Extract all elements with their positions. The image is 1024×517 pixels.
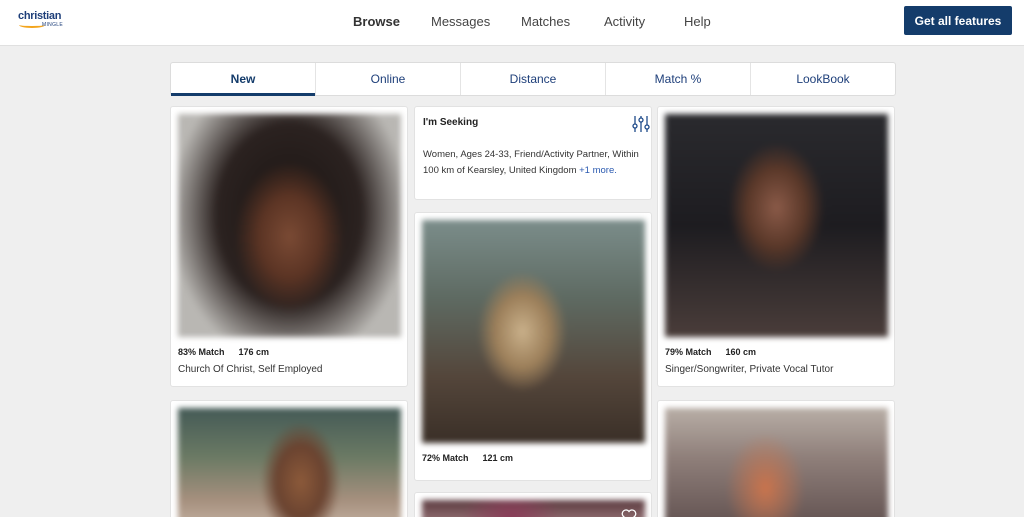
profile-stats: 83% Match 176 cm bbox=[178, 347, 283, 357]
logo-subtext: MINGLE bbox=[42, 22, 63, 28]
profile-photo[interactable] bbox=[665, 114, 888, 337]
christian-mingle-logo[interactable]: christian MINGLE bbox=[18, 10, 78, 34]
match-percent: 72% Match bbox=[422, 453, 469, 463]
profile-card[interactable] bbox=[170, 400, 408, 517]
profile-height: 176 cm bbox=[238, 347, 270, 357]
profile-photo[interactable] bbox=[178, 408, 401, 517]
profile-stats: 72% Match 121 cm bbox=[422, 453, 527, 463]
nav-activity[interactable]: Activity bbox=[604, 14, 645, 29]
profile-photo[interactable] bbox=[178, 114, 401, 337]
tab-lookbook[interactable]: LookBook bbox=[751, 63, 895, 95]
profile-card[interactable]: 72% Match 121 cm bbox=[414, 212, 652, 481]
profile-card[interactable]: 83% Match 176 cm Church Of Christ, Self E… bbox=[170, 106, 408, 387]
profile-card[interactable] bbox=[657, 400, 895, 517]
match-percent: 79% Match bbox=[665, 347, 712, 357]
profile-photo[interactable] bbox=[665, 408, 888, 517]
profile-stats: 79% Match 160 cm bbox=[665, 347, 770, 357]
browse-sort-tabs: New Online Distance Match % LookBook bbox=[170, 62, 896, 96]
profile-photo[interactable] bbox=[422, 500, 645, 517]
get-all-features-button[interactable]: Get all features bbox=[904, 6, 1012, 35]
seeking-preferences-card: I'm Seeking Women, Ages 24-33, Friend/Ac… bbox=[414, 106, 652, 200]
profile-description: Singer/Songwriter, Private Vocal Tutor bbox=[665, 364, 834, 375]
nav-messages[interactable]: Messages bbox=[431, 14, 490, 29]
top-navigation-bar: christian MINGLE Browse Messages Matches… bbox=[0, 0, 1024, 46]
profile-height: 160 cm bbox=[725, 347, 757, 357]
tab-new[interactable]: New bbox=[171, 63, 316, 96]
profile-card[interactable]: 79% Match 160 cm Singer/Songwriter, Priva… bbox=[657, 106, 895, 387]
nav-matches[interactable]: Matches bbox=[521, 14, 570, 29]
nav-help[interactable]: Help bbox=[684, 14, 711, 29]
profile-card[interactable] bbox=[414, 492, 652, 517]
logo-text: christian bbox=[18, 10, 62, 22]
seeking-title: I'm Seeking bbox=[423, 117, 479, 128]
nav-browse[interactable]: Browse bbox=[353, 14, 400, 29]
heart-icon[interactable] bbox=[621, 509, 637, 517]
profile-height: 121 cm bbox=[482, 453, 514, 463]
filter-settings-icon[interactable] bbox=[632, 115, 650, 133]
tab-online[interactable]: Online bbox=[316, 63, 461, 95]
match-percent: 83% Match bbox=[178, 347, 225, 357]
tab-distance[interactable]: Distance bbox=[461, 63, 606, 95]
tab-match-percent[interactable]: Match % bbox=[606, 63, 751, 95]
profile-description: Church Of Christ, Self Employed bbox=[178, 364, 323, 375]
seeking-more-link[interactable]: +1 more. bbox=[579, 165, 617, 176]
seeking-summary: Women, Ages 24-33, Friend/Activity Partn… bbox=[423, 147, 645, 179]
profile-photo[interactable] bbox=[422, 220, 645, 443]
